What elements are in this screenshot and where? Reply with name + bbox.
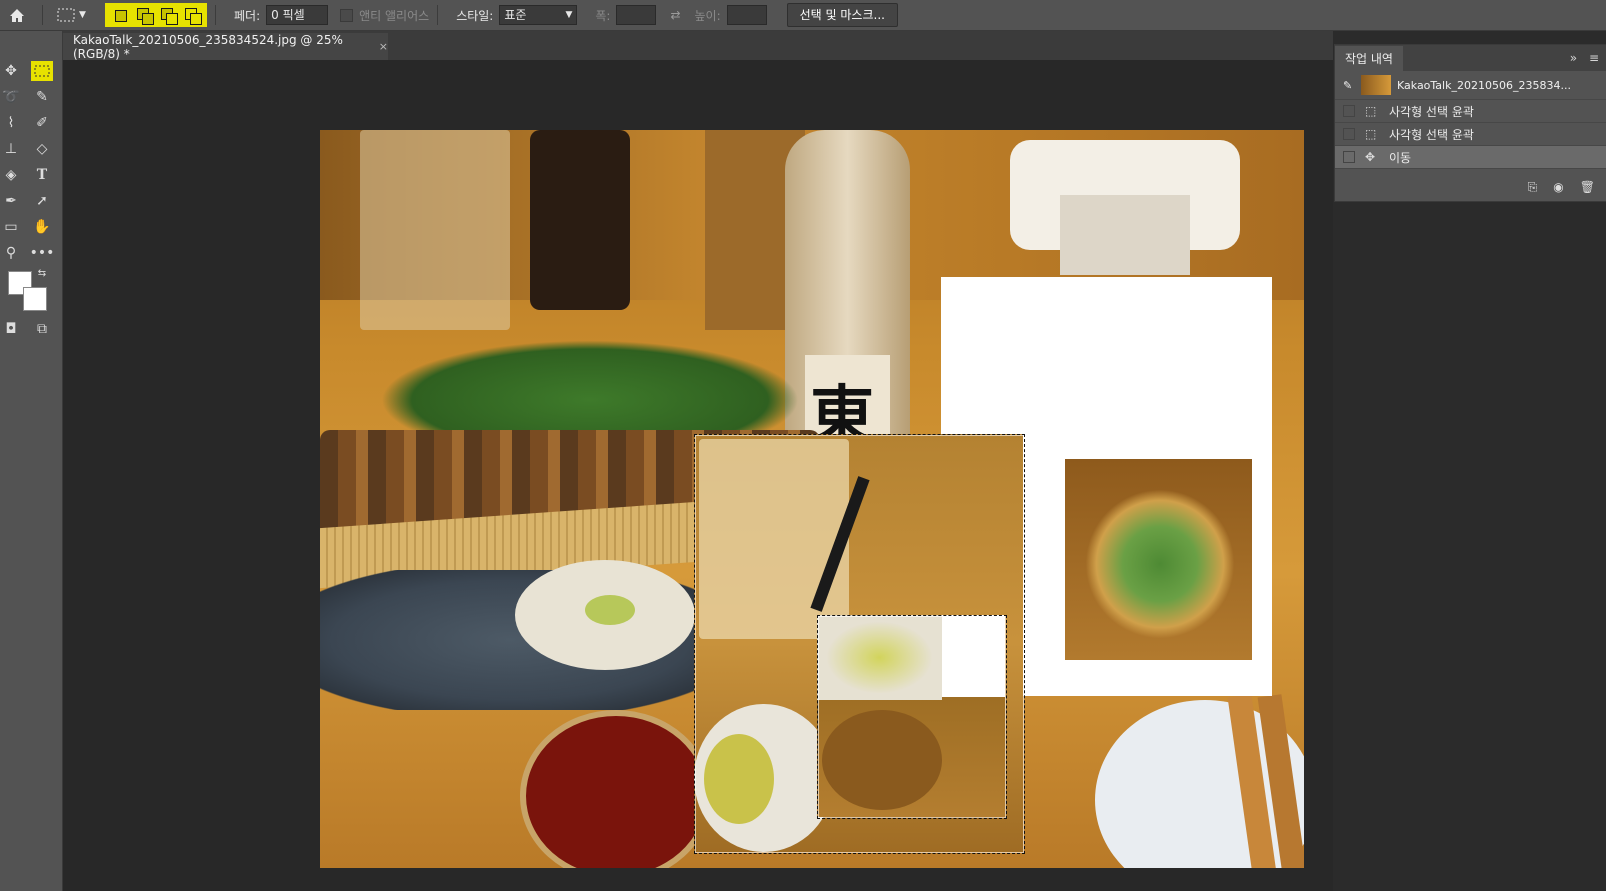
selection-mode-group [105,3,207,27]
style-label: 스타일: [456,8,494,23]
path-select-tool-icon[interactable]: ➚ [31,191,53,211]
history-brush-source-checkbox[interactable] [1343,151,1355,163]
history-item-label: 사각형 선택 윤곽 [1389,104,1474,119]
history-brush-source-checkbox[interactable] [1343,105,1355,117]
swap-width-height-icon[interactable]: ⇄ [670,8,680,22]
lasso-tool-icon[interactable]: ➰ [0,87,22,107]
brush-tool-icon[interactable]: ✐ [31,113,53,133]
hand-tool-icon[interactable]: ✋ [31,217,53,237]
brush-source-icon[interactable]: ✎ [1343,79,1361,92]
panel-collapse-icon[interactable]: » [1570,51,1577,65]
move-icon: ✥ [1365,150,1376,164]
home-icon[interactable] [0,0,34,30]
width-input[interactable] [616,5,657,25]
quick-mask-icon[interactable]: ◘ [0,319,22,339]
height-label: 높이: [694,8,721,23]
trash-icon[interactable]: 🗑 [1580,180,1595,195]
move-tool-icon[interactable]: ✥ [0,61,22,81]
paint-bucket-tool-icon[interactable]: ◈ [0,165,22,185]
antialias-label: 앤티 앨리어스 [359,8,430,23]
subtract-from-selection-button[interactable] [159,6,178,25]
background-color-swatch[interactable] [23,287,47,311]
pen-tool-icon[interactable]: ✒ [0,191,22,211]
style-select-value: 표준 [504,8,527,22]
style-select[interactable]: 표준 ▼ [499,5,578,25]
history-item[interactable]: ⬚ 사각형 선택 윤곽 [1335,123,1606,146]
history-brush-source-checkbox[interactable] [1343,128,1355,140]
history-item-current[interactable]: ✥ 이동 [1335,146,1606,169]
add-to-selection-button[interactable] [135,6,154,25]
tools-panel: ✥ ➰ ✎ ⌇ ✐ ⊥ ◇ ◈ T ✒ ➚ ▭ ✋ ⚲ ••• ⇆ ◘ ⧉ [0,31,63,891]
select-and-mask-button[interactable]: 선택 및 마스크... [786,3,898,27]
more-tools-icon[interactable]: ••• [30,243,55,263]
snapshot-thumbnail [1361,75,1391,95]
camera-snapshot-icon[interactable]: ◉ [1553,180,1563,195]
history-item-label: 이동 [1389,150,1412,165]
rect-marquee-icon: ⬚ [1365,104,1377,118]
swap-colors-icon[interactable]: ⇆ [31,263,53,283]
history-item-label: 사각형 선택 윤곽 [1389,127,1474,142]
pasted-image-small [1065,459,1252,660]
document-tab-bar: KakaoTalk_20210506_235834524.jpg @ 25% (… [63,31,1333,61]
rectangle-tool-icon[interactable]: ▭ [0,217,22,237]
rect-marquee-icon [57,8,75,22]
height-input[interactable] [726,5,767,25]
feather-input[interactable]: 0 픽셀 [266,5,329,25]
panel-menu-icon[interactable]: ≡ [1589,51,1599,65]
eraser-tool-icon[interactable]: ◇ [31,139,53,159]
antialias-checkbox[interactable] [340,8,354,22]
rect-marquee-tool-icon[interactable] [31,61,53,81]
feather-label: 페더: [234,8,261,23]
chevron-down-icon: ▼ [79,10,86,20]
zoom-tool-icon[interactable]: ⚲ [0,243,22,263]
eyedropper-tool-icon[interactable]: ⌇ [0,113,22,133]
quick-select-tool-icon[interactable]: ✎ [31,87,53,107]
document-tab-title: KakaoTalk_20210506_235834524.jpg @ 25% (… [73,32,343,61]
tool-preset-picker[interactable]: ▼ [57,4,99,26]
options-bar: ▼ 페더: 0 픽셀 앤티 앨리어스 스타일: 표준 ▼ 폭: ⇄ 높이: 선택… [0,0,1606,31]
close-icon[interactable]: × [379,40,388,53]
history-panel: 작업 내역 » ≡ ✎ KakaoTalk_20210506_235834...… [1334,44,1606,202]
new-document-from-state-icon[interactable]: ⎘ [1528,180,1538,195]
history-panel-tab[interactable]: 작업 내역 [1335,45,1403,71]
chevron-down-icon: ▼ [565,10,573,20]
history-item[interactable]: ⬚ 사각형 선택 윤곽 [1335,100,1606,123]
history-snapshot[interactable]: ✎ KakaoTalk_20210506_235834... [1335,71,1606,100]
type-tool-icon[interactable]: T [31,165,53,185]
stamp-tool-icon[interactable]: ⊥ [0,139,22,159]
snapshot-label: KakaoTalk_20210506_235834... [1397,78,1571,92]
right-panel-area [1334,200,1606,891]
selection-marquee-inner [817,615,1007,819]
document-canvas-image[interactable]: 東 [320,130,1304,868]
rect-marquee-icon: ⬚ [1365,127,1377,141]
intersect-selection-button[interactable] [183,6,202,25]
new-selection-button[interactable] [111,6,129,24]
document-tab[interactable]: KakaoTalk_20210506_235834524.jpg @ 25% (… [63,32,388,61]
width-label: 폭: [595,8,611,23]
screen-mode-icon[interactable]: ⧉ [31,319,53,339]
